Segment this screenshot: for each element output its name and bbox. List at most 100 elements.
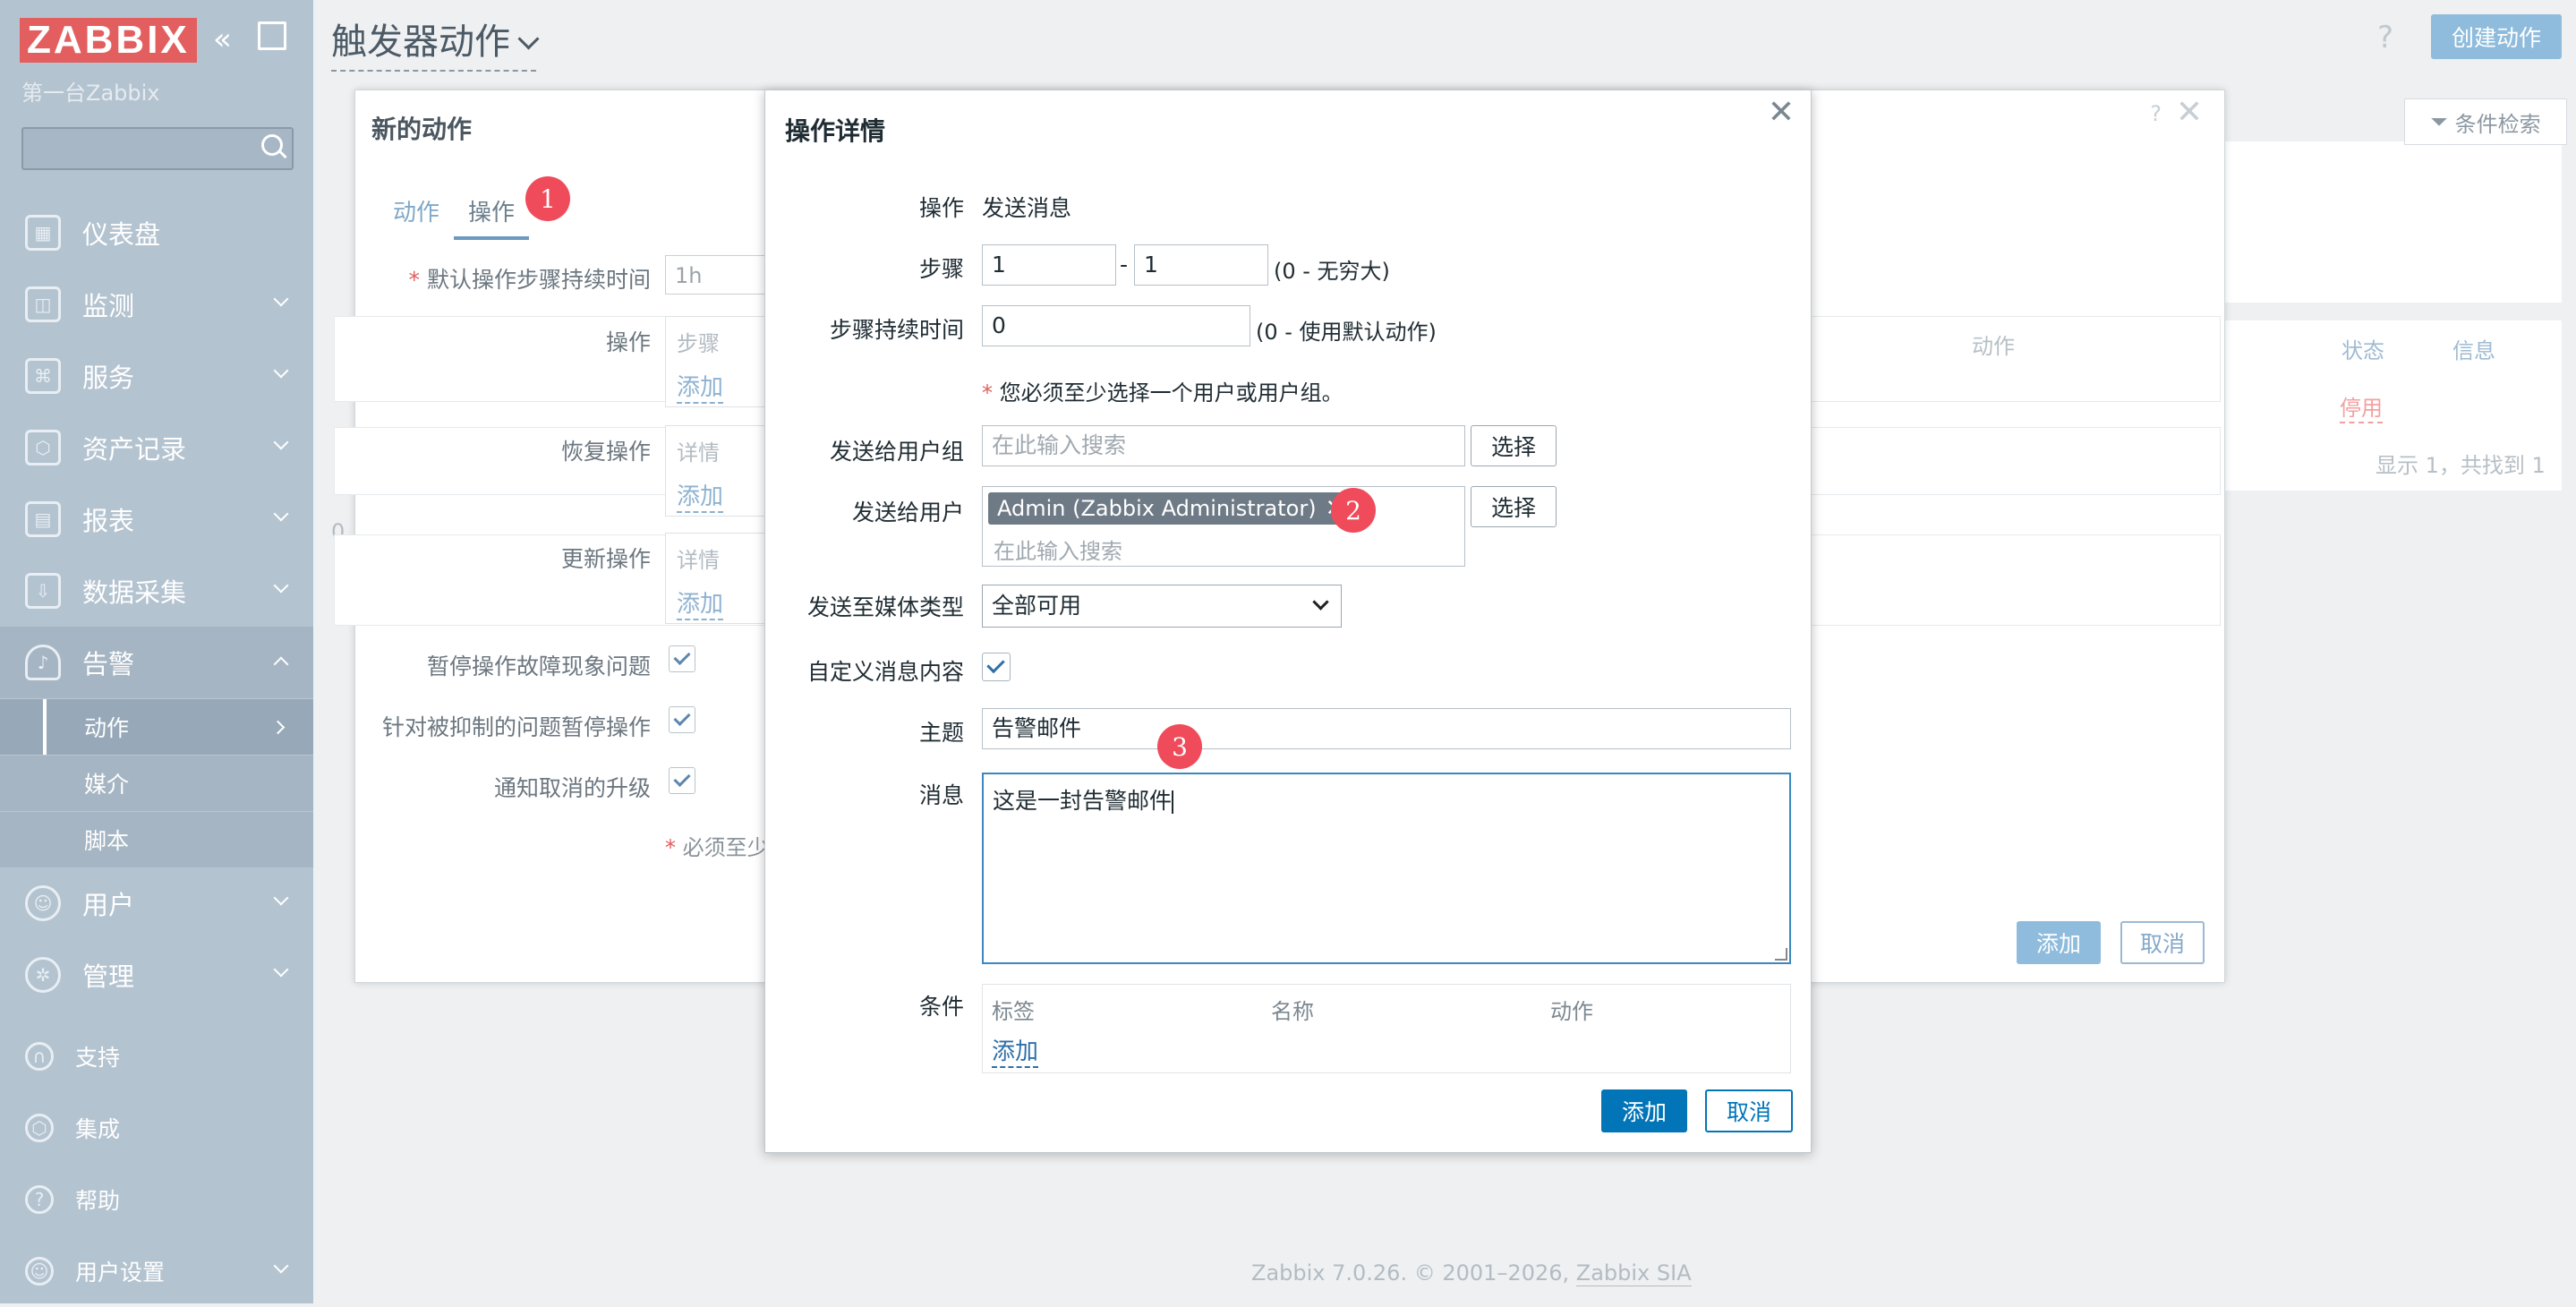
kiosk-mode-icon[interactable]: [258, 21, 286, 50]
notify-cancelled-checkbox[interactable]: [669, 767, 695, 794]
nav-administration[interactable]: ✲ 管理: [0, 939, 313, 1011]
nav-label: 告警: [82, 649, 135, 679]
nav-inventory[interactable]: ⬡ 资产记录: [0, 412, 313, 483]
footer-link[interactable]: Zabbix SIA: [1575, 1260, 1692, 1286]
tab-action[interactable]: 动作: [379, 185, 454, 240]
bell-icon: ♪: [25, 645, 61, 680]
step-duration-input[interactable]: 0: [982, 305, 1250, 346]
message-textarea[interactable]: 这是一封告警邮件: [982, 773, 1791, 964]
close-icon[interactable]: ✕: [1768, 94, 1795, 131]
recovery-header: 详情: [677, 440, 720, 466]
nav-dashboard[interactable]: ▦ 仪表盘: [0, 197, 313, 269]
sidebar: ZABBIX « 第一台Zabbix ▦ 仪表盘 ◫ 监测 ⌘ 服务 ⬡ 资产记…: [0, 0, 313, 1303]
media-type-select[interactable]: 全部可用: [982, 585, 1342, 628]
collapse-sidebar-icon[interactable]: «: [213, 21, 232, 57]
chevron-down-icon: [273, 1258, 289, 1274]
help-icon[interactable]: ?: [2377, 20, 2393, 56]
nav-alerts[interactable]: ♪ 告警: [0, 627, 313, 698]
chevron-down-icon: [517, 28, 540, 50]
nav-reports[interactable]: ▤ 报表: [0, 483, 313, 555]
column-header-status[interactable]: 状态: [2341, 333, 2384, 364]
step-to-input[interactable]: 1: [1134, 244, 1268, 286]
nav-support[interactable]: ∩ 支持: [0, 1021, 313, 1092]
steps-label: 步骤: [918, 256, 964, 282]
select-user-group-button[interactable]: 选择: [1471, 425, 1557, 466]
chevron-right-icon: [270, 720, 286, 735]
message-text: 这是一封告警邮件: [993, 788, 1173, 814]
nav-monitoring[interactable]: ◫ 监测: [0, 269, 313, 340]
column-header-info: 信息: [2452, 338, 2495, 363]
user-multiselect[interactable]: Admin (Zabbix Administrator) ✕ 在此输入搜索: [982, 486, 1465, 567]
nav-integrations[interactable]: ⬡ 集成: [0, 1092, 313, 1164]
step-from-input[interactable]: 1: [982, 244, 1116, 286]
headset-icon: ∩: [25, 1042, 54, 1071]
sidebar-search-input[interactable]: [21, 127, 294, 170]
notify-cancelled-label: 通知取消的升级: [493, 775, 651, 801]
nav-label: 集成: [75, 1116, 121, 1142]
page-title[interactable]: 触发器动作: [331, 13, 540, 72]
chevron-up-icon: [273, 656, 289, 672]
gear-icon: ✲: [25, 957, 61, 993]
nav-data-collection[interactable]: ⇩ 数据采集: [0, 555, 313, 627]
nav-services[interactable]: ⌘ 服务: [0, 340, 313, 412]
recovery-table: 详情 添加: [665, 425, 774, 517]
cancel-button[interactable]: 取消: [1705, 1089, 1793, 1132]
annotation-marker-2: 2: [1331, 488, 1376, 533]
pause-symptoms-checkbox[interactable]: [669, 645, 695, 672]
inventory-icon: ⬡: [25, 430, 61, 466]
create-action-button[interactable]: 创建动作: [2431, 14, 2562, 59]
nav-label: 服务: [82, 363, 135, 393]
nav-users[interactable]: ☺ 用户: [0, 867, 313, 939]
subject-input[interactable]: 告警邮件: [982, 708, 1791, 749]
nav-label: 支持: [75, 1045, 121, 1071]
operations-add-link[interactable]: 添加: [677, 369, 724, 404]
nav-label: 仪表盘: [82, 219, 161, 250]
page-title-text: 触发器动作: [331, 21, 510, 63]
recovery-add-link[interactable]: 添加: [677, 478, 724, 513]
step-separator: -: [1120, 252, 1129, 278]
annotation-marker-1: 1: [525, 176, 570, 221]
add-button[interactable]: 添加: [1601, 1089, 1687, 1132]
filter-tab[interactable]: ⏷ 条件检索: [2404, 98, 2567, 145]
help-icon[interactable]: ?: [2150, 101, 2162, 126]
conditions-table: 标签 名称 动作 添加: [982, 984, 1791, 1073]
help-icon: ?: [25, 1185, 54, 1214]
send-users-label: 发送给用户: [851, 500, 964, 525]
chevron-down-icon: [273, 291, 289, 307]
add-button[interactable]: 添加: [2017, 921, 2101, 964]
column-header-action: 动作: [1972, 334, 2015, 359]
nav-label: 数据采集: [82, 577, 187, 608]
sub-item-actions[interactable]: 动作: [0, 698, 313, 755]
annotation-marker-3: 3: [1157, 724, 1202, 769]
custom-message-checkbox[interactable]: [982, 653, 1011, 681]
resize-handle[interactable]: [1775, 948, 1787, 961]
subject-label: 主题: [918, 720, 964, 746]
chevron-down-icon: [273, 363, 289, 379]
default-duration-input[interactable]: 1h: [665, 255, 772, 295]
integrations-icon: ⬡: [25, 1114, 54, 1142]
search-icon[interactable]: [261, 134, 283, 156]
sub-item-scripts[interactable]: 脚本: [0, 811, 313, 867]
conditions-add-link[interactable]: 添加: [992, 1033, 1039, 1068]
user-chip: Admin (Zabbix Administrator) ✕: [988, 492, 1354, 525]
cancel-button[interactable]: 取消: [2120, 921, 2205, 964]
nav-help[interactable]: ? 帮助: [0, 1164, 313, 1235]
sub-item-label: 媒介: [84, 772, 130, 798]
select-user-button[interactable]: 选择: [1471, 486, 1557, 527]
zabbix-logo[interactable]: ZABBIX: [20, 18, 197, 63]
dialog-title: 操作详情: [785, 116, 886, 146]
pause-suppressed-checkbox[interactable]: [669, 706, 695, 733]
nav-label: 帮助: [75, 1188, 121, 1214]
update-add-link[interactable]: 添加: [677, 585, 724, 620]
user-group-search-input[interactable]: 在此输入搜索: [982, 425, 1465, 466]
tab-operations[interactable]: 操作: [454, 185, 530, 240]
close-icon[interactable]: ✕: [2176, 94, 2203, 131]
users-icon: ☺: [25, 885, 61, 921]
operation-value: 发送消息: [982, 195, 1072, 221]
dashboard-icon: ▦: [25, 215, 61, 251]
list-count: 显示 1，共找到 1: [2376, 453, 2546, 478]
status-badge[interactable]: 停用: [2340, 390, 2383, 423]
sub-item-media[interactable]: 媒介: [0, 755, 313, 811]
nav-user-settings[interactable]: ☺ 用户设置: [0, 1235, 313, 1307]
recovery-label: 恢复操作: [560, 439, 651, 465]
